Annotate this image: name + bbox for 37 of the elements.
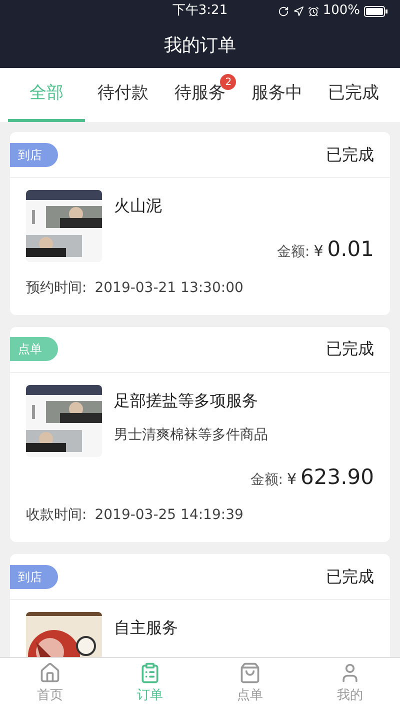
amount-label: 金额: <box>276 243 310 262</box>
battery-level: 100% <box>322 2 360 20</box>
order-status: 已完成 <box>326 566 374 588</box>
battery-icon <box>364 6 388 16</box>
order-title: 足部搓盐等多项服务 <box>114 390 259 412</box>
order-card[interactable]: 点单 已完成 足部搓盐等多项服务 男士清爽棉袜等多件商品 金额: ¥ 623.90 收款时间: 2019-03-25 14:19:39 <box>10 326 390 542</box>
nav-icon <box>39 662 61 684</box>
status-time: 下午3:21 <box>172 2 228 20</box>
rotation-lock-icon <box>278 6 289 16</box>
order-tab[interactable]: 服务中 <box>238 68 316 122</box>
order-time: 2019-03-21 13:30:00 <box>94 278 244 298</box>
order-type-tag: 到店 <box>10 142 58 166</box>
order-card[interactable]: 到店 已完成 火山泥 金额: ¥ 0.01 预约时间: 2019-03-21 13:30:00 <box>10 132 390 314</box>
order-type-tag: 到店 <box>10 564 58 588</box>
order-title: 火山泥 <box>114 195 163 217</box>
order-type-tag: 点单 <box>10 337 58 361</box>
currency-sign: ¥ <box>286 468 297 490</box>
order-time: 2019-03-25 14:19:39 <box>94 506 244 525</box>
time-label: 预约时间: <box>26 278 87 298</box>
order-amount: 0.01 <box>327 236 374 263</box>
time-label: 收款时间: <box>26 506 87 525</box>
order-status: 已完成 <box>326 144 374 166</box>
order-subtitle: 男士清爽棉袜等多件商品 <box>114 426 269 444</box>
nav-icon <box>239 662 261 684</box>
count-badge: 2 <box>220 74 236 90</box>
location-icon <box>292 6 304 16</box>
order-amount: 623.90 <box>300 464 374 490</box>
order-card[interactable]: 到店 已完成 自主服务 <box>10 554 390 657</box>
amount-label: 金额: <box>250 470 283 490</box>
order-tab[interactable]: 待付款 <box>84 68 162 122</box>
alarm-icon <box>308 6 319 16</box>
nav-icon <box>139 662 161 684</box>
order-status: 已完成 <box>326 338 374 360</box>
order-tab[interactable]: 已完成 <box>315 68 392 122</box>
order-title: 自主服务 <box>114 617 179 639</box>
page-title: 我的订单 <box>164 34 236 58</box>
currency-sign: ¥ <box>314 241 324 262</box>
